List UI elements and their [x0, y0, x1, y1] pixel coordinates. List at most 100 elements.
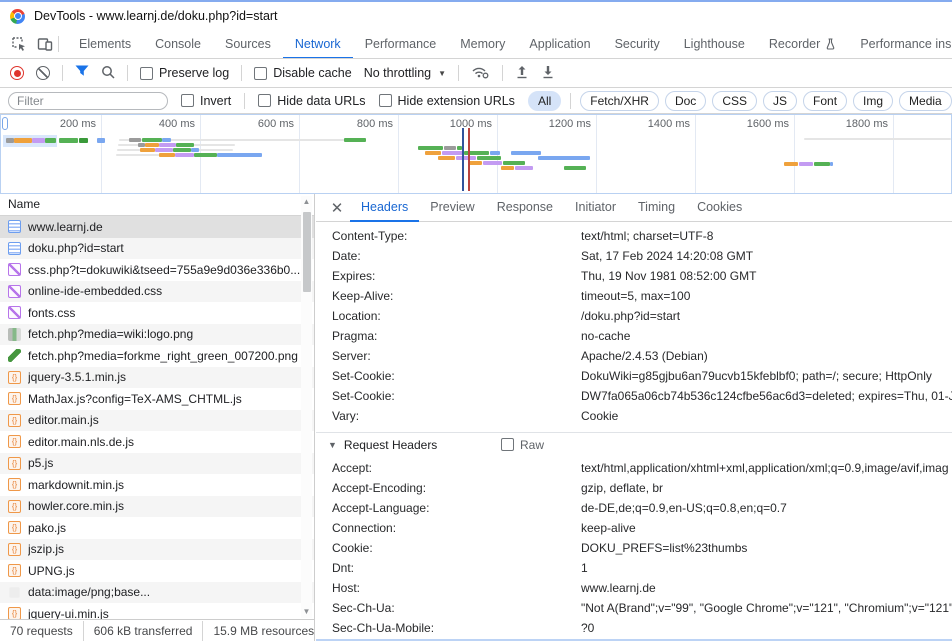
- timeline-gridline: [893, 115, 894, 193]
- header-name: Cookie:: [316, 538, 581, 558]
- hide-extension-urls-checkbox[interactable]: [379, 94, 392, 107]
- network-conditions-icon[interactable]: [471, 65, 490, 82]
- filter-type-font[interactable]: Font: [803, 91, 847, 111]
- scroll-down-icon[interactable]: ▼: [301, 606, 312, 618]
- scroll-up-icon[interactable]: ▲: [301, 196, 312, 208]
- tab-console[interactable]: Console: [143, 30, 213, 59]
- request-row[interactable]: pako.js: [0, 517, 314, 539]
- timeline-gridline: [299, 115, 300, 193]
- name-column-header[interactable]: Name: [0, 194, 314, 216]
- device-toolbar-icon[interactable]: [32, 31, 58, 57]
- filter-type-media[interactable]: Media: [899, 91, 952, 111]
- request-row[interactable]: editor.main.js: [0, 410, 314, 432]
- network-overview-timeline[interactable]: 200 ms400 ms600 ms800 ms1000 ms1200 ms14…: [0, 114, 952, 194]
- overview-grip-handle[interactable]: [2, 117, 8, 130]
- invert-checkbox[interactable]: [181, 94, 194, 107]
- timeline-gridline: [398, 115, 399, 193]
- waterfall-bar: [217, 153, 262, 157]
- filter-toggle-icon[interactable]: [75, 65, 89, 81]
- hide-data-urls-toggle[interactable]: Hide data URLs: [258, 94, 365, 108]
- filter-type-css[interactable]: CSS: [712, 91, 757, 111]
- detail-tab-cookies[interactable]: Cookies: [686, 194, 753, 222]
- header-name: Date:: [316, 246, 581, 266]
- request-row[interactable]: howler.core.min.js: [0, 496, 314, 518]
- header-value: Sat, 17 Feb 2024 14:20:08 GMT: [581, 246, 952, 266]
- request-row[interactable]: online-ide-embedded.css: [0, 281, 314, 303]
- request-row[interactable]: www.learnj.de: [0, 216, 314, 238]
- headers-content: Content-Type:text/html; charset=UTF-8Dat…: [316, 222, 952, 639]
- raw-checkbox[interactable]: [501, 438, 514, 451]
- disclosure-triangle-icon[interactable]: ▼: [328, 440, 337, 450]
- invert-toggle[interactable]: Invert: [181, 94, 231, 108]
- header-value: DW7fa065a06cb74b536c124cfbe56ac6d3=delet…: [581, 386, 952, 406]
- clear-button[interactable]: [36, 66, 50, 80]
- request-row[interactable]: doku.php?id=start: [0, 238, 314, 260]
- tab-memory[interactable]: Memory: [448, 30, 517, 59]
- header-row: Host:www.learnj.de: [316, 578, 952, 598]
- search-icon[interactable]: [101, 65, 115, 82]
- inspect-icon[interactable]: [6, 31, 32, 57]
- request-row[interactable]: MathJax.js?config=TeX-AMS_CHTML.js: [0, 388, 314, 410]
- detail-tab-timing[interactable]: Timing: [627, 194, 686, 222]
- header-row: Set-Cookie:DokuWiki=g85gjbu6an79ucvb15kf…: [316, 366, 952, 386]
- tab-elements[interactable]: Elements: [67, 30, 143, 59]
- request-row[interactable]: markdownit.min.js: [0, 474, 314, 496]
- tab-performance-insights[interactable]: Performance insights: [848, 30, 952, 59]
- request-row[interactable]: css.php?t=dokuwiki&tseed=755a9e9d036e336…: [0, 259, 314, 281]
- details-tabs: HeadersPreviewResponseInitiatorTimingCoo…: [350, 194, 753, 221]
- request-row[interactable]: fetch.php?media=forkme_right_green_00720…: [0, 345, 314, 367]
- disable-cache-toggle[interactable]: Disable cache: [254, 66, 352, 80]
- import-har-icon[interactable]: [515, 65, 529, 82]
- scrollbar-thumb[interactable]: [303, 212, 311, 292]
- tab-lighthouse[interactable]: Lighthouse: [672, 30, 757, 59]
- header-value: text/html; charset=UTF-8: [581, 226, 952, 246]
- close-icon[interactable]: ✕: [324, 199, 350, 217]
- request-row[interactable]: UPNG.js: [0, 560, 314, 582]
- scrollbar[interactable]: ▲ ▼: [301, 196, 312, 618]
- request-row[interactable]: jquery-ui.min.js: [0, 603, 314, 619]
- preserve-log-toggle[interactable]: Preserve log: [140, 66, 229, 80]
- preserve-log-checkbox[interactable]: [140, 67, 153, 80]
- disable-cache-checkbox[interactable]: [254, 67, 267, 80]
- request-row[interactable]: p5.js: [0, 453, 314, 475]
- detail-tab-initiator[interactable]: Initiator: [564, 194, 627, 222]
- tab-sources[interactable]: Sources: [213, 30, 283, 59]
- request-row[interactable]: jszip.js: [0, 539, 314, 561]
- filter-type-fetch-xhr[interactable]: Fetch/XHR: [580, 91, 659, 111]
- request-row[interactable]: jquery-3.5.1.min.js: [0, 367, 314, 389]
- header-row: Dnt:1: [316, 558, 952, 578]
- request-row[interactable]: editor.main.nls.de.js: [0, 431, 314, 453]
- hide-data-urls-checkbox[interactable]: [258, 94, 271, 107]
- detail-tab-headers[interactable]: Headers: [350, 194, 419, 222]
- tab-security[interactable]: Security: [603, 30, 672, 59]
- resource-type-filters: AllFetch/XHRDocCSSJSFontImgMediaManifest…: [528, 91, 952, 111]
- filter-type-all[interactable]: All: [528, 91, 561, 111]
- waterfall-bar: [159, 153, 175, 157]
- filter-type-js[interactable]: JS: [763, 91, 797, 111]
- request-row[interactable]: fonts.css: [0, 302, 314, 324]
- request-name: jquery-ui.min.js: [28, 607, 109, 619]
- filter-type-doc[interactable]: Doc: [665, 91, 706, 111]
- filter-type-img[interactable]: Img: [853, 91, 893, 111]
- hide-extension-urls-toggle[interactable]: Hide extension URLs: [379, 94, 515, 108]
- request-headers-section-header[interactable]: ▼ Request Headers Raw: [316, 432, 952, 456]
- tab-performance[interactable]: Performance: [353, 30, 449, 59]
- detail-tab-response[interactable]: Response: [486, 194, 564, 222]
- window-title: DevTools - www.learnj.de/doku.php?id=sta…: [34, 9, 278, 23]
- tab-recorder[interactable]: Recorder: [757, 30, 848, 59]
- timeline-gridline: [101, 115, 102, 193]
- divider: [62, 65, 63, 81]
- export-har-icon[interactable]: [541, 65, 555, 82]
- tab-application[interactable]: Application: [517, 30, 602, 59]
- request-name: jquery-3.5.1.min.js: [28, 370, 126, 384]
- throttling-select[interactable]: No throttling ▼: [364, 66, 446, 80]
- detail-tab-preview[interactable]: Preview: [419, 194, 485, 222]
- filter-input[interactable]: [8, 92, 168, 110]
- request-row[interactable]: fetch.php?media=wiki:logo.png: [0, 324, 314, 346]
- raw-toggle[interactable]: Raw: [501, 438, 544, 452]
- request-name: data:image/png;base...: [28, 585, 150, 599]
- request-row[interactable]: data:image/png;base...: [0, 582, 314, 604]
- tab-network[interactable]: Network: [283, 30, 353, 59]
- css-icon: [8, 285, 21, 298]
- record-button[interactable]: [10, 66, 24, 80]
